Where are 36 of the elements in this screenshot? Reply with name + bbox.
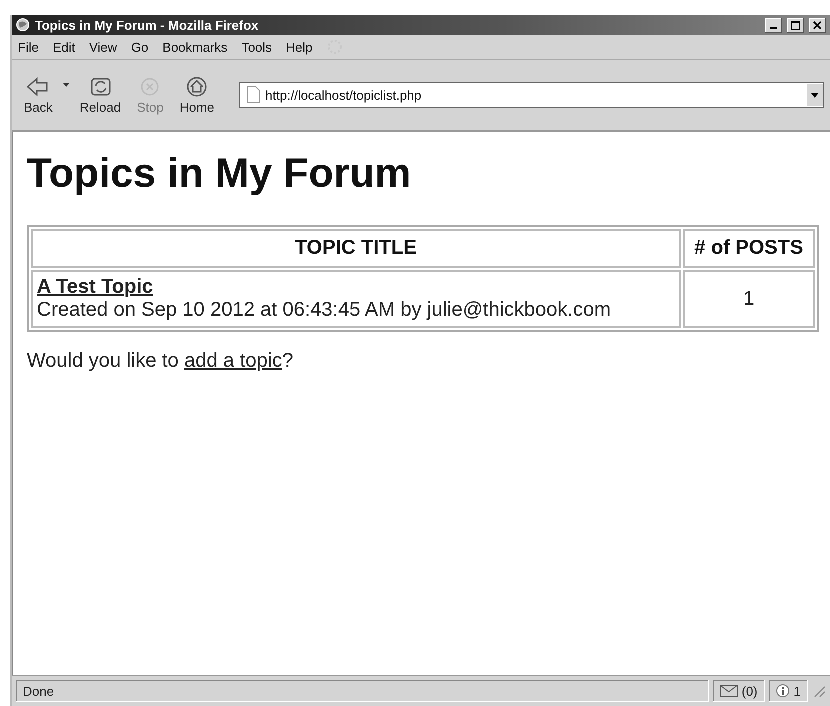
- address-field[interactable]: http://localhost/topiclist.php: [238, 82, 824, 108]
- resize-grip-icon[interactable]: [812, 684, 826, 698]
- page-heading: Topics in My Forum: [27, 150, 412, 197]
- menu-item[interactable]: Tools: [242, 40, 272, 54]
- minimize-icon: [770, 27, 777, 29]
- window-title: Topics in My Forum - Mozilla Firefox: [35, 18, 260, 32]
- topic-created-info: Created on Sep 10 2012 at 06:43:45 AM by julie@thickbook.com: [37, 299, 612, 322]
- home-button[interactable]: Home: [174, 76, 221, 114]
- envelope-icon: [720, 685, 738, 697]
- menu-item[interactable]: Go: [131, 40, 149, 54]
- back-button[interactable]: Back: [18, 76, 59, 114]
- maximize-button[interactable]: [787, 18, 804, 32]
- close-button[interactable]: [809, 18, 826, 32]
- minimize-button[interactable]: [765, 18, 782, 32]
- column-header: TOPIC TITLE: [31, 229, 681, 268]
- firefox-globe-icon: [16, 18, 30, 32]
- status-text: Done: [23, 684, 54, 698]
- menu-item[interactable]: File: [18, 40, 39, 54]
- info-count: 1: [794, 684, 801, 698]
- page-icon: [246, 86, 262, 104]
- menu-item[interactable]: View: [89, 40, 118, 54]
- column-header: # of POSTS: [683, 229, 815, 268]
- add-topic-prompt: Would you like to add a topic?: [27, 350, 294, 373]
- add-topic-link[interactable]: add a topic: [184, 350, 282, 372]
- topic-link[interactable]: A Test Topic: [37, 276, 675, 299]
- reload-button[interactable]: Reload: [74, 76, 128, 114]
- close-icon: [813, 20, 822, 30]
- menu-item[interactable]: Bookmarks: [162, 40, 228, 54]
- info-icon: [776, 684, 790, 698]
- maximize-icon: [791, 20, 800, 30]
- menu-item[interactable]: Help: [286, 40, 313, 54]
- mail-count: (0): [742, 684, 758, 698]
- post-count-cell: 1: [683, 270, 815, 328]
- url-input[interactable]: http://localhost/topiclist.php: [262, 88, 807, 102]
- dropdown-caret-icon[interactable]: [62, 83, 70, 87]
- menu-item[interactable]: Edit: [52, 40, 76, 54]
